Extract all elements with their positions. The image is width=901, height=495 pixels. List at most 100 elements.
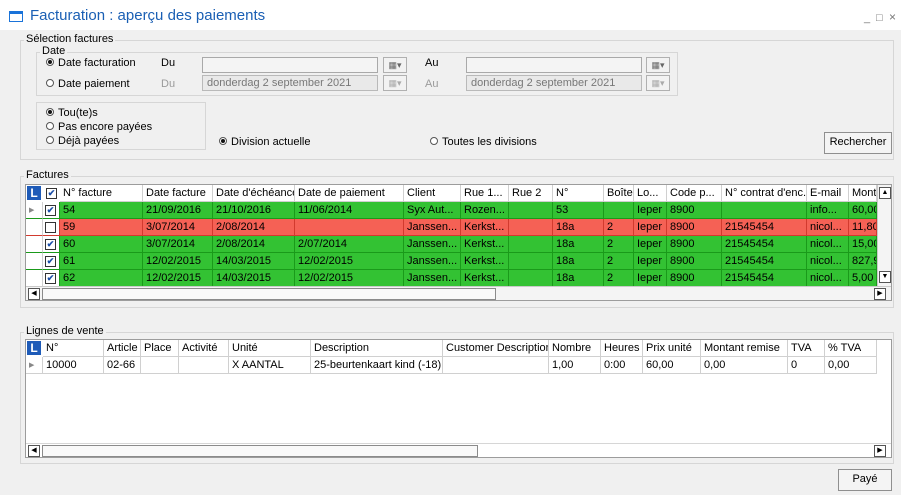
table-cell: 18a bbox=[553, 236, 604, 253]
table-cell bbox=[295, 219, 404, 236]
table-cell: 21545454 bbox=[722, 253, 807, 270]
du-paiement-calendar-dropdown[interactable]: ▦▾ bbox=[383, 75, 407, 91]
column-header[interactable]: Rue 2 bbox=[509, 185, 553, 202]
scroll-right-arrow[interactable]: ▶ bbox=[874, 445, 886, 457]
table-cell: Kerkst... bbox=[461, 236, 509, 253]
au-label: Au bbox=[425, 57, 439, 69]
column-header[interactable]: Place bbox=[141, 340, 179, 357]
row-checkbox-cell[interactable]: ✔ bbox=[43, 202, 60, 219]
column-header[interactable]: Date d'échéance bbox=[213, 185, 295, 202]
table-cell: 02-66 bbox=[104, 357, 141, 374]
du-date-input[interactable] bbox=[202, 57, 378, 73]
row-checkbox[interactable]: ✔ bbox=[45, 239, 56, 250]
column-header[interactable]: E-mail bbox=[807, 185, 849, 202]
au-date-input[interactable] bbox=[466, 57, 642, 73]
column-header[interactable]: Description bbox=[311, 340, 443, 357]
table-cell: 53 bbox=[553, 202, 604, 219]
column-header[interactable]: % TVA bbox=[825, 340, 877, 357]
division-current-label: Division actuelle bbox=[231, 136, 311, 148]
table-row[interactable]: ▶ 10000 02-66 X AANTAL 25-beurtenkaart kind … bbox=[26, 357, 891, 374]
scroll-thumb[interactable] bbox=[42, 288, 496, 300]
scroll-thumb[interactable] bbox=[42, 445, 478, 457]
column-header[interactable]: Customer Description bbox=[443, 340, 549, 357]
au-paiement-calendar-dropdown[interactable]: ▦▾ bbox=[646, 75, 670, 91]
table-cell: 18a bbox=[553, 219, 604, 236]
table-cell: 59 bbox=[60, 219, 143, 236]
date-paiement-radio[interactable] bbox=[46, 79, 54, 87]
column-header[interactable]: Rue 1... bbox=[461, 185, 509, 202]
scroll-left-arrow[interactable]: ◀ bbox=[28, 288, 40, 300]
row-checkbox[interactable]: ✔ bbox=[45, 273, 56, 284]
table-cell: 54 bbox=[60, 202, 143, 219]
row-checkbox-cell[interactable]: ✔ bbox=[43, 270, 60, 287]
row-checkbox-cell[interactable]: ✔ bbox=[43, 236, 60, 253]
column-header[interactable]: Article bbox=[104, 340, 141, 357]
table-cell: 60,00 bbox=[643, 357, 701, 374]
division-current-radio[interactable] bbox=[219, 137, 227, 145]
table-cell: 3/07/2014 bbox=[143, 219, 213, 236]
column-header[interactable]: Client bbox=[404, 185, 461, 202]
column-header[interactable]: N° contrat d'enc... bbox=[722, 185, 807, 202]
table-cell: nicol... bbox=[807, 236, 849, 253]
pay-button[interactable]: Payé bbox=[838, 469, 892, 491]
date-facturation-label: Date facturation bbox=[58, 57, 136, 69]
column-header[interactable]: Heures bbox=[601, 340, 643, 357]
current-row-marker: ▶ bbox=[29, 207, 35, 214]
date-facturation-radio[interactable] bbox=[46, 58, 54, 66]
invoices-grid: L ✔ N° facture Date facture Date d'échéanc… bbox=[25, 184, 892, 301]
title-bar: Facturation : aperçu des paiements _ □ × bbox=[0, 0, 901, 30]
status-unpaid-radio[interactable] bbox=[46, 122, 54, 130]
au-calendar-dropdown[interactable]: ▦▾ bbox=[646, 57, 670, 73]
table-row[interactable]: ✔ 60 3/07/2014 2/08/2014 2/07/2014 Janssen...… bbox=[26, 236, 877, 253]
row-checkbox-cell[interactable]: ✔ bbox=[43, 253, 60, 270]
status-all-radio[interactable] bbox=[46, 108, 54, 116]
du-calendar-dropdown[interactable]: ▦▾ bbox=[383, 57, 407, 73]
column-header[interactable]: Lo... bbox=[634, 185, 667, 202]
row-checkbox[interactable] bbox=[45, 222, 56, 233]
column-header[interactable]: N° facture bbox=[60, 185, 143, 202]
table-cell: info... bbox=[807, 202, 849, 219]
table-row[interactable]: ✔ 61 12/02/2015 14/03/2015 12/02/2015 Janssen… bbox=[26, 253, 877, 270]
search-button[interactable]: Rechercher bbox=[824, 132, 892, 154]
table-cell: 2/07/2014 bbox=[295, 236, 404, 253]
table-cell: 18a bbox=[553, 253, 604, 270]
row-checkbox[interactable]: ✔ bbox=[45, 205, 56, 216]
close-button[interactable]: × bbox=[889, 10, 896, 24]
column-header[interactable]: TVA bbox=[788, 340, 825, 357]
au-paiement-input[interactable]: donderdag 2 september 2021 bbox=[466, 75, 642, 91]
column-header[interactable]: Unité bbox=[229, 340, 311, 357]
table-cell: 1,00 bbox=[549, 357, 601, 374]
column-header[interactable]: N° bbox=[553, 185, 604, 202]
column-header[interactable]: N° bbox=[43, 340, 104, 357]
column-header[interactable]: Nombre bbox=[549, 340, 601, 357]
column-header[interactable]: Date facture bbox=[143, 185, 213, 202]
scroll-right-arrow[interactable]: ▶ bbox=[874, 288, 886, 300]
table-cell: 8900 bbox=[667, 253, 722, 270]
du-paiement-input[interactable]: donderdag 2 september 2021 bbox=[202, 75, 378, 91]
status-paid-radio[interactable] bbox=[46, 136, 54, 144]
column-header[interactable]: Boîte bbox=[604, 185, 634, 202]
division-all-radio[interactable] bbox=[430, 137, 438, 145]
table-row[interactable]: 59 3/07/2014 2/08/2014 Janssen... Kerkst... 1… bbox=[26, 219, 877, 236]
date-paiement-label: Date paiement bbox=[58, 78, 130, 90]
sales-hscrollbar[interactable]: ◀ ▶ bbox=[26, 443, 891, 457]
column-header[interactable]: Monta bbox=[849, 185, 877, 202]
row-checkbox[interactable]: ✔ bbox=[45, 256, 56, 267]
table-row[interactable]: ▶ ✔ 54 21/09/2016 21/10/2016 11/06/2014 Syx Au… bbox=[26, 202, 877, 219]
column-header[interactable]: Date de paiement bbox=[295, 185, 404, 202]
invoices-hscrollbar[interactable]: ◀ ▶ bbox=[26, 286, 891, 300]
column-header[interactable]: Code p... bbox=[667, 185, 722, 202]
scroll-left-arrow[interactable]: ◀ bbox=[28, 445, 40, 457]
minimize-button[interactable]: _ bbox=[864, 12, 870, 24]
scroll-up-arrow[interactable]: ▲ bbox=[879, 187, 891, 199]
table-cell: Janssen... bbox=[404, 253, 461, 270]
du-label: Du bbox=[161, 57, 176, 69]
invoices-vscrollbar[interactable]: ▲ ▼ bbox=[877, 185, 891, 286]
column-header[interactable]: Montant remise bbox=[701, 340, 788, 357]
scroll-down-arrow[interactable]: ▼ bbox=[879, 271, 891, 283]
column-header[interactable]: Prix unité bbox=[643, 340, 701, 357]
table-row[interactable]: ✔ 62 12/02/2015 14/03/2015 12/02/2015 Janssen… bbox=[26, 270, 877, 287]
row-checkbox-cell[interactable] bbox=[43, 219, 60, 236]
column-header[interactable]: Activité bbox=[179, 340, 229, 357]
maximize-button[interactable]: □ bbox=[876, 12, 883, 24]
